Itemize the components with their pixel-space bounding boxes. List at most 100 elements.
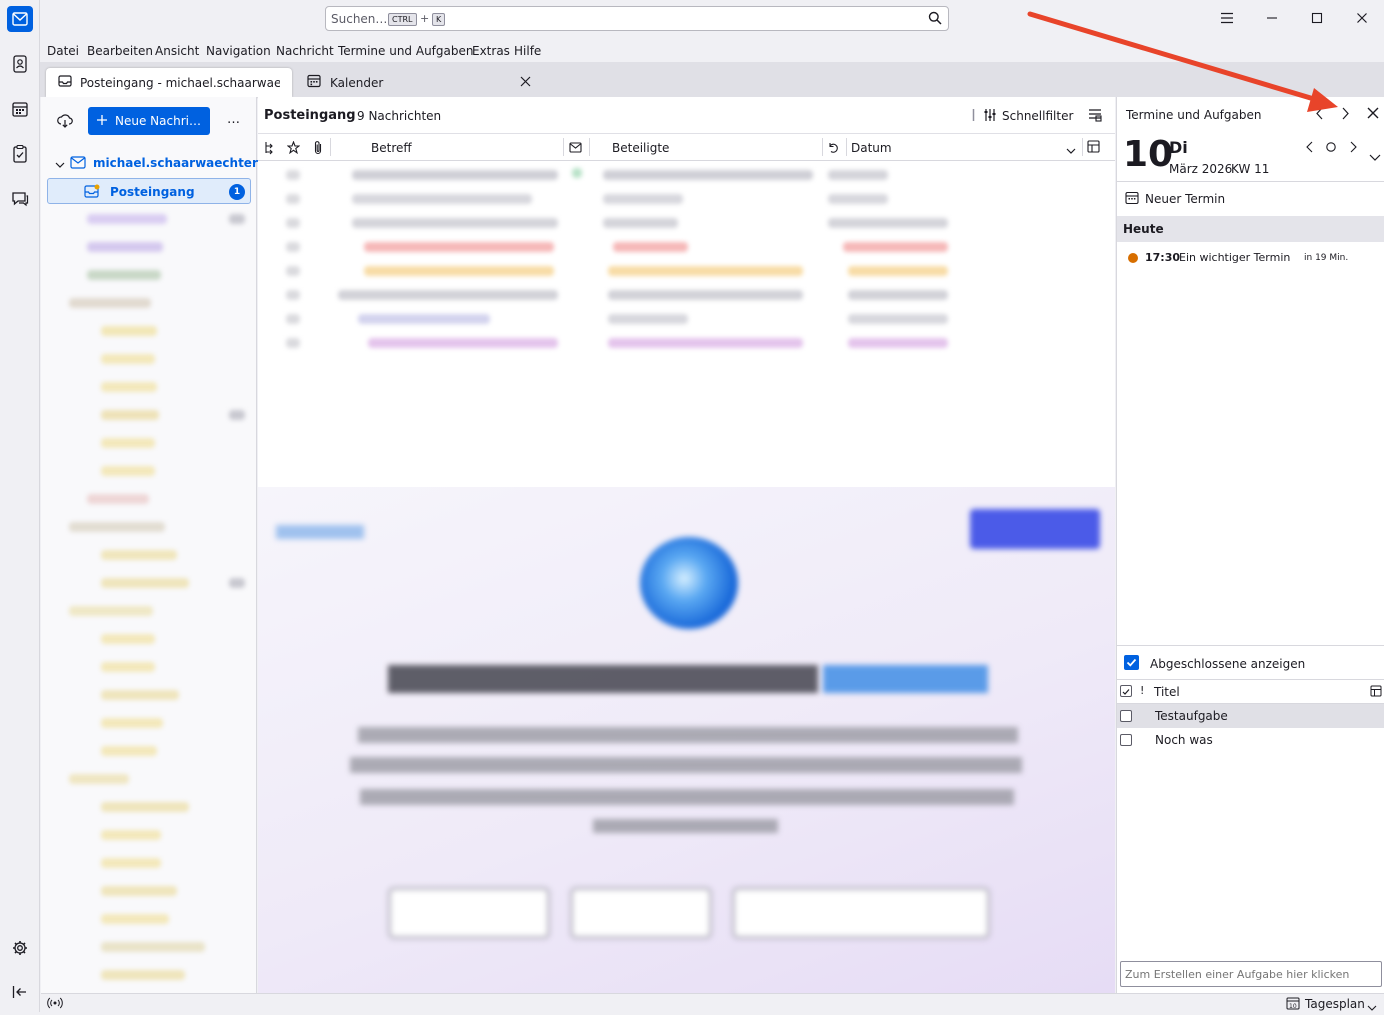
tab-calendar-label: Kalender bbox=[330, 75, 384, 90]
day-view-button[interactable]: Tagesplan bbox=[1305, 997, 1365, 1011]
mail-space-icon[interactable] bbox=[7, 6, 33, 32]
task-checkbox[interactable] bbox=[1120, 710, 1132, 722]
menu-termine-aufgaben[interactable]: Termine und Aufgaben bbox=[338, 44, 473, 58]
maximize-icon[interactable] bbox=[1307, 8, 1327, 28]
today-pane-title: Termine und Aufgaben bbox=[1126, 108, 1262, 122]
blurred-paragraph-line bbox=[350, 757, 1022, 773]
tab-calendar[interactable]: Kalender bbox=[295, 68, 543, 97]
today-next-icon[interactable] bbox=[1341, 107, 1350, 123]
agenda-event[interactable]: 17:30 Ein wichtiger Termin in 19 Min. bbox=[1117, 247, 1384, 269]
chat-space-icon[interactable] bbox=[7, 186, 33, 212]
task-column-picker-icon[interactable] bbox=[1370, 685, 1382, 700]
close-today-pane-icon[interactable] bbox=[1367, 107, 1379, 122]
filter-sliders-icon bbox=[972, 108, 996, 125]
calendar-space-icon[interactable] bbox=[7, 96, 33, 122]
blurred-paragraph-line bbox=[593, 819, 778, 833]
app-menu-icon[interactable] bbox=[1217, 8, 1237, 28]
tasks-space-icon[interactable] bbox=[7, 141, 33, 167]
new-message-label: Neue Nachri… bbox=[115, 114, 201, 128]
weekday: Di bbox=[1169, 138, 1188, 157]
search-icon[interactable] bbox=[928, 11, 942, 28]
message-list-pane: Posteingang 9 Nachrichten Schnellfilter … bbox=[258, 97, 1115, 487]
address-book-icon[interactable] bbox=[7, 51, 33, 77]
collapse-spaces-icon[interactable] bbox=[7, 979, 33, 1005]
message-preview-pane bbox=[258, 487, 1115, 993]
tab-inbox[interactable]: Posteingang - michael.schaarwaechter@ bbox=[46, 68, 292, 97]
column-subject[interactable]: Betreff bbox=[371, 141, 412, 155]
event-time: 17:30 bbox=[1145, 251, 1181, 264]
menu-ansicht[interactable]: Ansicht bbox=[155, 44, 199, 58]
new-event-icon bbox=[1125, 191, 1139, 208]
task-checkbox[interactable] bbox=[1120, 734, 1132, 746]
shortcut-plus: + bbox=[420, 12, 430, 25]
chevron-down-icon[interactable] bbox=[55, 158, 65, 172]
column-date[interactable]: Datum bbox=[851, 141, 892, 155]
today-prev-icon[interactable] bbox=[1315, 107, 1324, 123]
day-view-chevron-down-icon[interactable] bbox=[1367, 1001, 1377, 1015]
minimonth-chevron-down-icon[interactable] bbox=[1369, 151, 1381, 165]
day-number: 10 bbox=[1123, 134, 1174, 175]
star-column-icon[interactable] bbox=[286, 140, 301, 157]
online-status-icon[interactable] bbox=[47, 997, 63, 1012]
menu-extras[interactable]: Extras bbox=[472, 44, 510, 58]
day-prev-icon[interactable] bbox=[1305, 141, 1314, 156]
menu-datei[interactable]: Datei bbox=[47, 44, 79, 58]
blurred-logo bbox=[640, 537, 738, 629]
blurred-link bbox=[276, 525, 364, 539]
shortcut-ctrl: CTRL bbox=[388, 13, 417, 26]
menu-hilfe[interactable]: Hilfe bbox=[514, 44, 541, 58]
show-completed-label: Abgeschlossene anzeigen bbox=[1150, 657, 1306, 671]
column-picker-icon[interactable] bbox=[1087, 140, 1100, 156]
show-completed-checkbox[interactable] bbox=[1124, 655, 1139, 670]
close-tab-icon[interactable] bbox=[520, 76, 531, 90]
folder-inbox[interactable]: Posteingang 1 bbox=[47, 178, 251, 204]
close-window-icon[interactable] bbox=[1352, 8, 1372, 28]
blurred-action-3 bbox=[732, 887, 990, 939]
correspondent-column-icon[interactable] bbox=[569, 142, 582, 156]
blurred-headline-accent bbox=[823, 665, 988, 693]
task-row[interactable]: Noch was bbox=[1117, 728, 1384, 752]
column-correspondents[interactable]: Beteiligte bbox=[612, 141, 669, 155]
spaces-toolbar bbox=[0, 0, 40, 1012]
attachment-column-icon[interactable] bbox=[313, 140, 323, 158]
task-row[interactable]: Testaufgabe bbox=[1117, 704, 1384, 728]
global-search-input[interactable]: Suchen… CTRL + K bbox=[325, 6, 949, 31]
task-title: Testaufgabe bbox=[1155, 709, 1228, 723]
new-task-input[interactable] bbox=[1120, 961, 1382, 987]
day-next-icon[interactable] bbox=[1349, 141, 1358, 156]
completed-column-icon[interactable] bbox=[1120, 685, 1132, 697]
inbox-label: Posteingang bbox=[110, 185, 195, 199]
sort-chevron-down-icon[interactable] bbox=[1066, 144, 1076, 158]
event-category-dot bbox=[1128, 253, 1138, 263]
quick-filter-button[interactable]: Schnellfilter bbox=[1002, 109, 1073, 123]
menu-navigation[interactable]: Navigation bbox=[206, 44, 271, 58]
blurred-action-2 bbox=[570, 887, 712, 939]
calendar-tab-icon bbox=[307, 74, 321, 91]
plus-icon bbox=[97, 114, 108, 128]
calendar-week: KW 11 bbox=[1231, 162, 1270, 176]
list-view-options-icon[interactable] bbox=[1088, 108, 1102, 125]
event-title: Ein wichtiger Termin bbox=[1179, 251, 1291, 264]
menu-nachricht[interactable]: Nachricht bbox=[276, 44, 334, 58]
task-title: Noch was bbox=[1155, 733, 1213, 747]
message-count: 9 Nachrichten bbox=[357, 109, 442, 123]
folder-title: Posteingang bbox=[264, 108, 356, 123]
folder-pane: Neue Nachri… … michael.schaarwaechter… P… bbox=[41, 97, 270, 993]
account-name[interactable]: michael.schaarwaechter… bbox=[93, 156, 270, 170]
go-today-icon[interactable] bbox=[1325, 141, 1337, 156]
settings-gear-icon[interactable] bbox=[7, 935, 33, 961]
title-column[interactable]: Titel bbox=[1154, 685, 1180, 699]
thread-column-icon[interactable] bbox=[264, 141, 276, 158]
today-pane: Termine und Aufgaben 10 Di März 2026 KW … bbox=[1116, 97, 1384, 993]
minimize-icon[interactable] bbox=[1262, 8, 1282, 28]
menu-bearbeiten[interactable]: Bearbeiten bbox=[87, 44, 153, 58]
tab-bar: Posteingang - michael.schaarwaechter@ Ka… bbox=[40, 62, 1384, 97]
inbox-tab-icon bbox=[58, 75, 72, 90]
tab-inbox-label: Posteingang - michael.schaarwaechter@ bbox=[80, 75, 280, 90]
new-message-button[interactable]: Neue Nachri… bbox=[88, 107, 210, 135]
new-event-button[interactable]: Neuer Termin bbox=[1145, 192, 1225, 206]
priority-column[interactable]: ! bbox=[1140, 684, 1144, 697]
folder-pane-more-button[interactable]: … bbox=[227, 112, 240, 127]
junk-status-column-icon[interactable] bbox=[828, 141, 840, 157]
get-messages-icon[interactable] bbox=[57, 113, 73, 132]
